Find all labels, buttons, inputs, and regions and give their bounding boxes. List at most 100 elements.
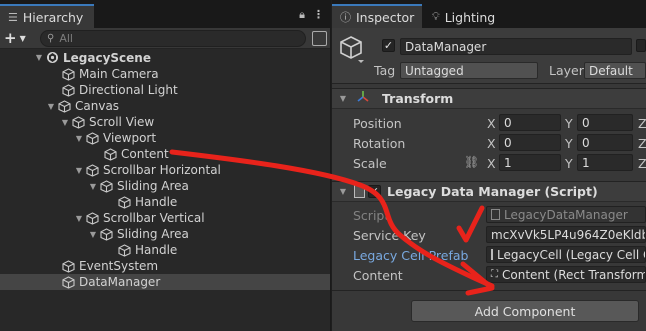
list-item-label: Main Camera (79, 67, 159, 81)
cell-prefab-field[interactable]: LegacyCell (Legacy Cell C (486, 246, 646, 263)
gameobject-icon (62, 275, 75, 289)
tag-label: Tag (374, 63, 396, 78)
content-value: Content (Rect Transform) (502, 267, 646, 282)
transform-header[interactable]: ▼ Transform (332, 88, 646, 109)
collapse-arrow-icon[interactable]: ▼ (338, 94, 348, 103)
rotation-x-field[interactable]: 0 (499, 134, 561, 151)
position-y-value: 0 (582, 115, 590, 130)
service-key-label: Service Key (353, 228, 426, 243)
list-item[interactable]: ▼ Sliding Area (0, 226, 330, 242)
gameobject-icon (100, 227, 113, 241)
create-button[interactable]: + ▼ (4, 29, 34, 47)
transform-icon (356, 90, 370, 107)
service-key-value: mcXvVk5LP4u964Z0eKldbS (491, 227, 646, 242)
plus-icon: + (4, 29, 17, 47)
rotation-z-label: Z (638, 136, 646, 151)
lock-icon[interactable]: 🔒︎ (299, 8, 305, 22)
scale-label: Scale (353, 156, 387, 171)
list-item[interactable]: ▼ Scroll View (0, 114, 330, 130)
info-icon: ⓘ (340, 11, 351, 24)
expand-arrow-icon[interactable]: ▼ (74, 134, 84, 143)
search-input[interactable]: ⚲ All (40, 30, 306, 47)
tag-dropdown[interactable]: Untagged (400, 62, 538, 79)
position-z-label: Z (638, 116, 646, 131)
list-item[interactable]: Content (0, 146, 330, 162)
expand-arrow-icon[interactable]: ▼ (74, 214, 84, 223)
add-component-label: Add Component (474, 303, 576, 319)
add-component-button[interactable]: Add Component (411, 300, 639, 322)
gameobject-icon (118, 243, 131, 257)
expand-arrow-icon[interactable]: ▼ (60, 118, 70, 127)
layer-value: Default (589, 63, 633, 78)
script-component-header[interactable]: ▼ ✓ Legacy Data Manager (Script) (332, 181, 646, 202)
expand-arrow-icon[interactable]: ▼ (34, 53, 44, 62)
tab-lighting[interactable]: 💡︎ Lighting (424, 4, 514, 28)
link-scale-icon[interactable]: ⛓︎ (464, 155, 479, 169)
scene-name: LegacyScene (63, 50, 151, 65)
rotation-y-label: Y (565, 136, 573, 151)
tab-inspector[interactable]: ⓘ Inspector (332, 4, 422, 28)
unity-scene-icon (46, 51, 59, 64)
position-y-field[interactable]: 0 (577, 114, 633, 131)
list-item[interactable]: ▼ Viewport (0, 130, 330, 146)
list-item[interactable]: Directional Light (0, 82, 330, 98)
search-options-icon[interactable] (312, 31, 327, 46)
list-item-label: Scrollbar Horizontal (103, 163, 221, 177)
rotation-x-label: X (487, 136, 496, 151)
layer-dropdown[interactable]: Default (584, 62, 646, 79)
position-x-field[interactable]: 0 (499, 114, 561, 131)
rotation-x-value: 0 (504, 135, 512, 150)
component-enabled-checkbox[interactable]: ✓ (368, 185, 381, 198)
script-file-icon (354, 185, 365, 198)
scale-x-value: 1 (504, 155, 512, 170)
scale-y-field[interactable]: 1 (577, 154, 633, 171)
scale-x-field[interactable]: 1 (499, 154, 561, 171)
gameobject-icon (72, 115, 85, 129)
scale-y-label: Y (565, 156, 573, 171)
object-header: ✓ DataManager Tag Untagged Layer Default (332, 28, 646, 84)
script-value: LegacyDataManager (504, 207, 628, 222)
service-key-field[interactable]: mcXvVk5LP4u964Z0eKldbS (486, 226, 646, 243)
list-item[interactable]: ▼ Scrollbar Horizontal (0, 162, 330, 178)
script-field: LegacyDataManager (486, 206, 646, 223)
list-item-label: Viewport (103, 131, 157, 145)
divider (332, 290, 646, 291)
prefab-icon (491, 249, 493, 260)
expand-arrow-icon[interactable]: ▼ (74, 166, 84, 175)
static-checkbox[interactable] (636, 39, 646, 52)
list-item-selected[interactable]: DataManager (0, 274, 330, 290)
list-item-label: Scrollbar Vertical (103, 211, 205, 225)
more-options-icon[interactable]: ⋮ (313, 8, 324, 22)
list-item[interactable]: ▼ Sliding Area (0, 178, 330, 194)
list-item[interactable]: EventSystem (0, 258, 330, 274)
content-field[interactable]: ⛶ Content (Rect Transform) (486, 266, 646, 283)
chevron-down-icon: ▼ (19, 33, 26, 43)
list-item[interactable]: Handle (0, 194, 330, 210)
list-item[interactable]: ▼ Canvas (0, 98, 330, 114)
expand-arrow-icon[interactable]: ▼ (88, 182, 98, 191)
gameobject-icon[interactable] (338, 34, 368, 64)
list-item[interactable]: Handle (0, 242, 330, 258)
active-checkbox[interactable]: ✓ (382, 39, 395, 52)
expand-arrow-icon[interactable]: ▼ (46, 102, 56, 111)
tab-hierarchy[interactable]: ☰ Hierarchy (0, 4, 94, 28)
cell-prefab-label: Legacy Cell Prefab (353, 248, 469, 263)
search-icon: ⚲ (47, 33, 55, 44)
lightbulb-icon: 💡︎ (432, 10, 440, 23)
position-y-label: Y (565, 116, 573, 131)
list-item-label: Sliding Area (117, 179, 189, 193)
gameobject-icon (86, 211, 99, 225)
scene-row[interactable]: ▼ LegacyScene (0, 49, 330, 66)
list-item[interactable]: ▼ Scrollbar Vertical (0, 210, 330, 226)
gameobject-icon (62, 67, 75, 81)
cell-prefab-value: LegacyCell (Legacy Cell C (497, 247, 646, 262)
rotation-y-field[interactable]: 0 (577, 134, 633, 151)
hierarchy-tabstrip: ☰ Hierarchy 🔒︎ ⋮ (0, 0, 330, 28)
object-name-field[interactable]: DataManager (400, 38, 632, 55)
expand-arrow-icon[interactable]: ▼ (88, 230, 98, 239)
script-file-icon (491, 209, 500, 220)
list-item-label: Handle (135, 243, 178, 257)
list-item[interactable]: Main Camera (0, 66, 330, 82)
tab-inspector-label: Inspector (356, 9, 415, 25)
collapse-arrow-icon[interactable]: ▼ (338, 187, 348, 196)
